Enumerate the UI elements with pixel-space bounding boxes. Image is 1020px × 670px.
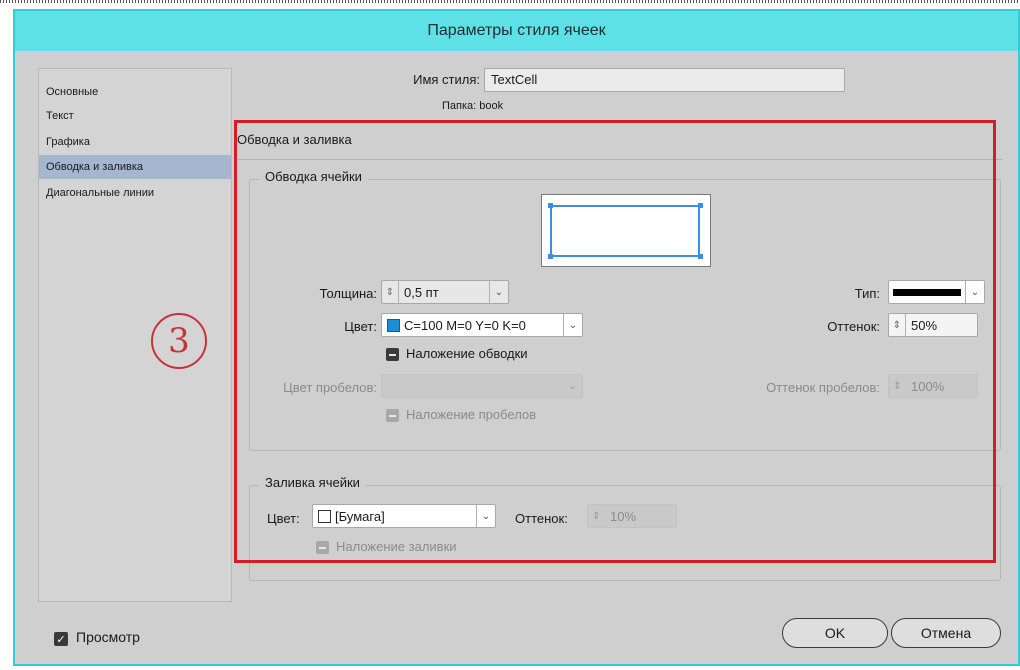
stroke-tint-field[interactable]: ⇕ 50% (888, 313, 978, 337)
fill-tint-stepper-icon[interactable]: ⇕ (588, 505, 605, 527)
fill-color-value: [Бумага] (335, 508, 385, 524)
dialog-titlebar[interactable]: Параметры стиля ячеек (15, 11, 1018, 51)
stroke-type-label: Тип: (854, 286, 880, 301)
chevron-down-icon[interactable]: ⌄ (489, 281, 508, 303)
overprint-stroke-checkbox[interactable] (386, 348, 399, 361)
overprint-stroke-label: Наложение обводки (406, 346, 528, 361)
overprint-fill-checkbox[interactable] (316, 541, 329, 554)
stroke-weight-value[interactable]: 0,5 пт (399, 285, 489, 300)
stroke-color-value: C=100 M=0 Y=0 K=0 (404, 317, 526, 333)
dialog-title: Параметры стиля ячеек (427, 22, 606, 39)
overprint-gap-label: Наложение пробелов (406, 407, 537, 422)
gap-tint-stepper-icon[interactable]: ⇕ (889, 375, 906, 397)
fill-color-label: Цвет: (267, 511, 300, 526)
stroke-weight-combobox[interactable]: ⇕ 0,5 пт ⌄ (381, 280, 509, 304)
step-number-badge: 3 (151, 313, 207, 369)
overprint-fill-label: Наложение заливки (336, 539, 457, 554)
panel-title-divider (237, 159, 1003, 160)
fill-color-dropdown[interactable]: [Бумага] ⌄ (312, 504, 496, 528)
panel-title: Обводка и заливка (237, 132, 352, 147)
ok-button[interactable]: OK (782, 618, 888, 648)
chevron-down-icon[interactable]: ⌄ (476, 505, 495, 527)
chevron-down-icon[interactable]: ⌄ (563, 314, 582, 336)
sidebar-item-text[interactable]: Текст (39, 104, 231, 128)
stroke-tint-value[interactable]: 50% (906, 318, 977, 333)
gap-color-dropdown[interactable]: ⌄ (381, 374, 583, 398)
gap-color-label: Цвет пробелов: (283, 380, 377, 395)
gap-tint-value[interactable]: 100% (906, 379, 977, 394)
stroke-color-dropdown[interactable]: C=100 M=0 Y=0 K=0 ⌄ (381, 313, 583, 337)
fill-tint-value[interactable]: 10% (605, 509, 676, 524)
cell-fill-group (249, 485, 1001, 581)
gap-tint-label: Оттенок пробелов: (766, 380, 880, 395)
screen-edge-dotted-line (0, 0, 1020, 3)
fill-tint-field[interactable]: ⇕ 10% (587, 504, 677, 528)
proxy-handle-top-right[interactable] (698, 203, 703, 208)
gap-tint-field[interactable]: ⇕ 100% (888, 374, 978, 398)
cell-stroke-group-title: Обводка ячейки (259, 169, 368, 184)
cancel-button[interactable]: Отмена (891, 618, 1001, 648)
stroke-tint-stepper-icon[interactable]: ⇕ (889, 314, 906, 336)
sidebar-item-graphics[interactable]: Графика (39, 130, 231, 154)
stroke-color-label: Цвет: (344, 319, 377, 334)
cell-fill-group-title: Заливка ячейки (259, 475, 366, 490)
overprint-gap-checkbox[interactable] (386, 409, 399, 422)
stroke-tint-label: Оттенок: (827, 319, 880, 334)
chevron-down-icon[interactable]: ⌄ (965, 281, 984, 303)
stroke-proxy-preview[interactable] (541, 194, 711, 267)
preview-checkbox[interactable]: ✓ (54, 632, 68, 646)
style-name-label: Имя стиля: (413, 72, 480, 87)
stroke-weight-stepper-icon[interactable]: ⇕ (382, 281, 399, 303)
proxy-handle-top-left[interactable] (548, 203, 553, 208)
sidebar-item-strokes-and-fills[interactable]: Обводка и заливка (39, 155, 231, 179)
stroke-weight-label: Толщина: (319, 286, 377, 301)
preview-label: Просмотр (76, 629, 140, 645)
folder-label: Папка: book (442, 100, 504, 112)
solid-line-swatch-icon (893, 288, 961, 296)
proxy-handle-bottom-left[interactable] (548, 254, 553, 259)
proxy-handle-bottom-right[interactable] (698, 254, 703, 259)
sidebar-item-general[interactable]: Основные (39, 80, 231, 104)
stroke-color-swatch (387, 318, 400, 332)
fill-color-swatch (318, 509, 331, 523)
chevron-down-icon[interactable]: ⌄ (563, 381, 582, 392)
sidebar-item-diagonal-lines[interactable]: Диагональные линии (39, 181, 231, 205)
stroke-proxy-rect (550, 205, 700, 257)
style-name-input[interactable]: TextCell (484, 68, 845, 92)
fill-tint-label: Оттенок: (515, 511, 568, 526)
stroke-type-dropdown[interactable]: ⌄ (888, 280, 985, 304)
